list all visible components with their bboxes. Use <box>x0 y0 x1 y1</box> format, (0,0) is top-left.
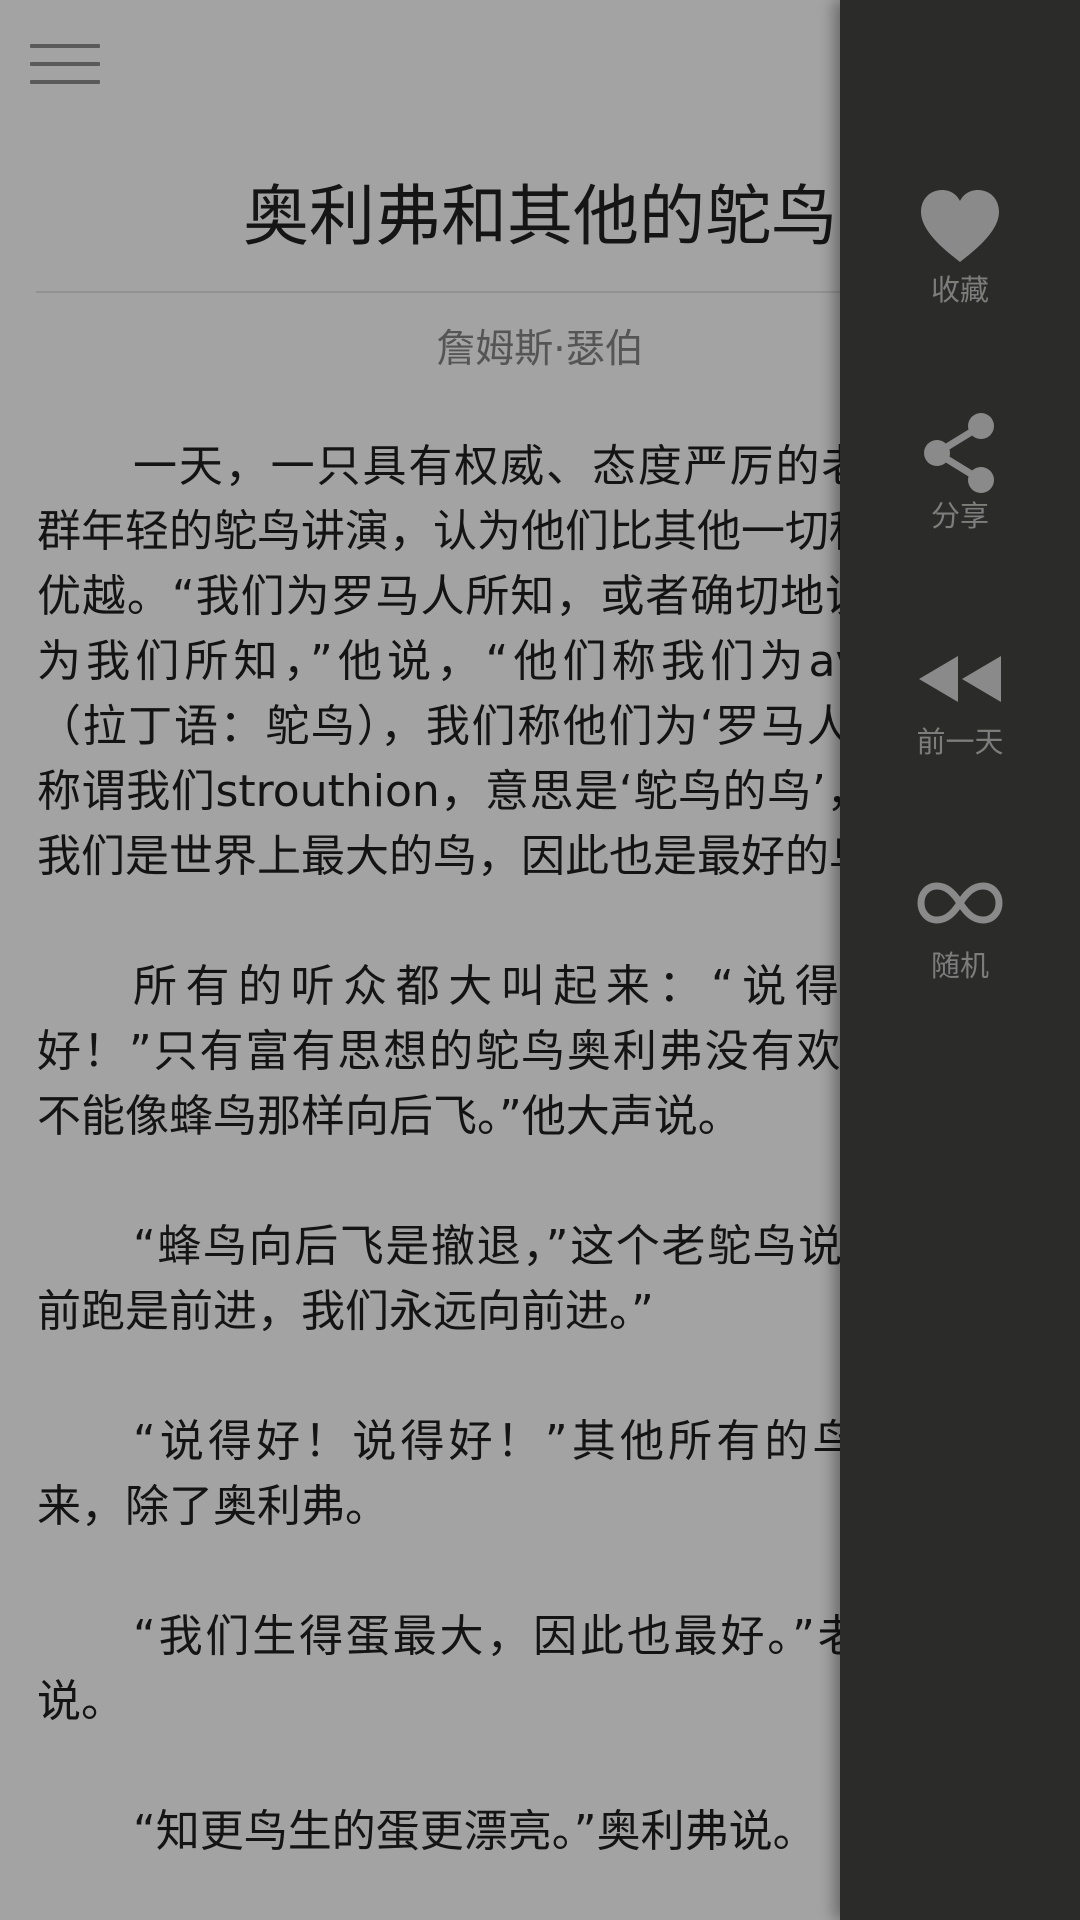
random-button[interactable]: 随机 <box>840 858 1080 1018</box>
previous-day-label: 前一天 <box>916 725 1004 759</box>
menu-line <box>30 80 100 84</box>
share-icon <box>915 408 1005 498</box>
share-label: 分享 <box>930 499 989 533</box>
app-screen: 奥利弗和其他的鸵鸟 詹姆斯·瑟伯 一天，一只具有权威、态度严厉的老鸵鸟对一群年轻… <box>0 0 1080 1920</box>
favorite-button[interactable]: 收藏 <box>840 182 1080 342</box>
rewind-icon <box>915 634 1005 724</box>
action-drawer: 收藏 分享 前一天 随机 <box>840 0 1080 1920</box>
infinity-icon <box>915 858 1005 948</box>
random-label: 随机 <box>930 949 989 983</box>
menu-line <box>30 44 100 48</box>
heart-icon <box>915 182 1005 272</box>
previous-day-button[interactable]: 前一天 <box>840 634 1080 794</box>
menu-line <box>30 62 100 66</box>
share-button[interactable]: 分享 <box>840 408 1080 568</box>
favorite-label: 收藏 <box>930 273 989 307</box>
hamburger-menu-icon[interactable] <box>26 36 102 92</box>
